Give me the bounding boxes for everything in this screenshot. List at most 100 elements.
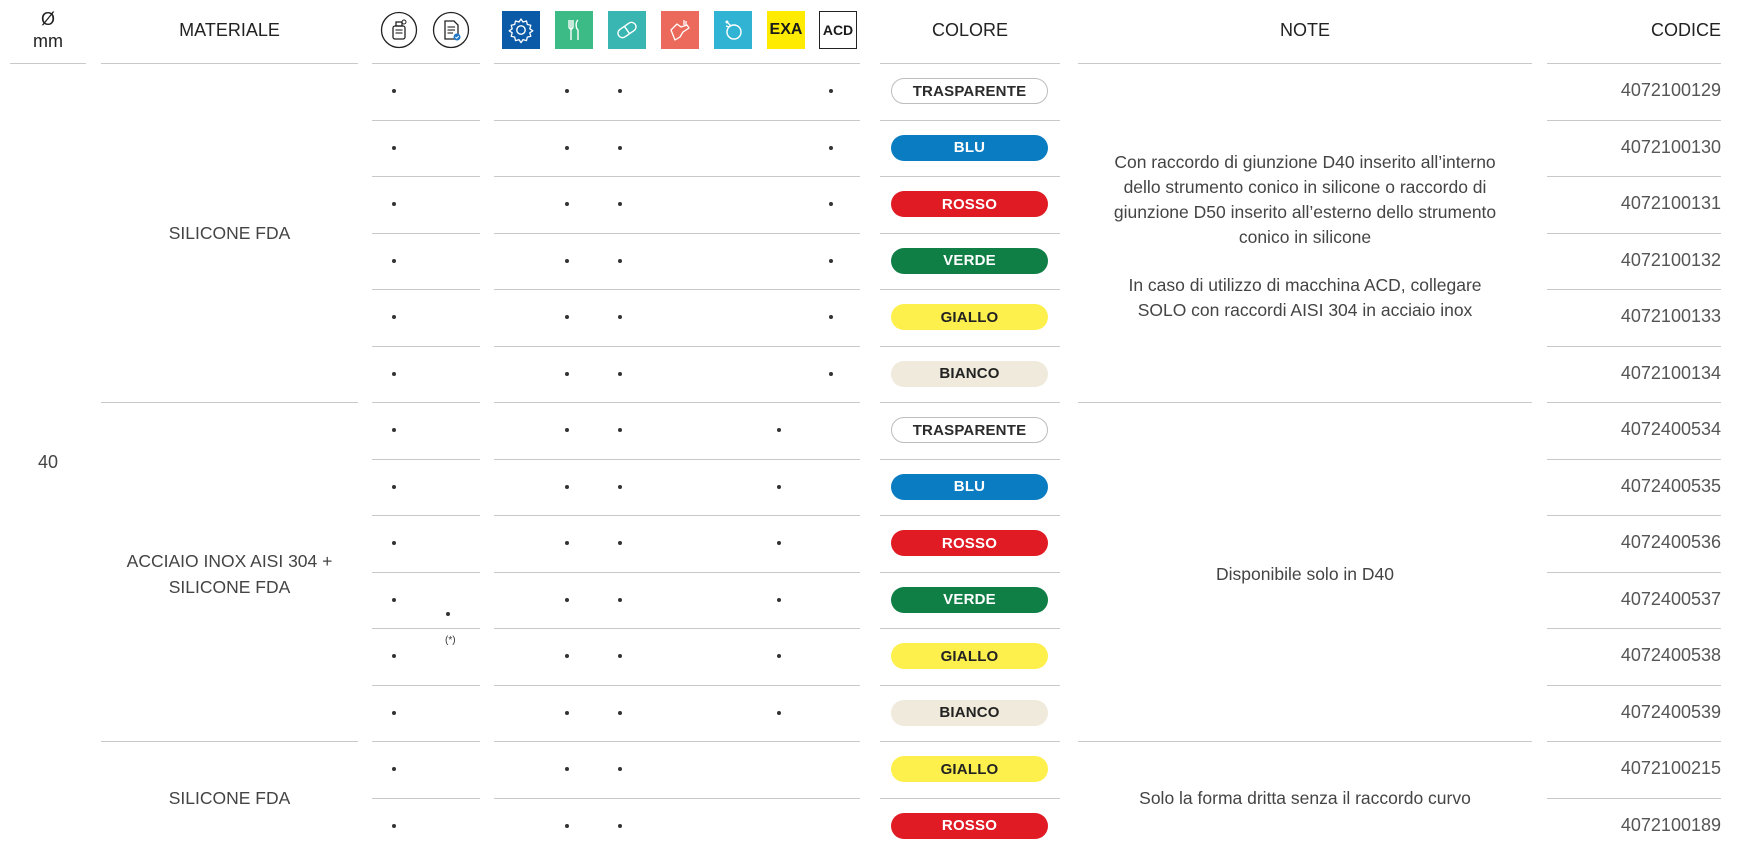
note-group-1-line-6: SOLO con raccordi AISI 304 in acciaio in… bbox=[1137, 300, 1473, 321]
row-divider bbox=[372, 233, 480, 234]
dot-pill bbox=[618, 315, 622, 320]
color-pill-giallo: GIALLO bbox=[891, 643, 1048, 670]
row-divider bbox=[494, 346, 860, 347]
hand-pour-icon bbox=[661, 11, 699, 49]
color-pill-verde: VERDE bbox=[891, 586, 1048, 613]
dot-food bbox=[565, 315, 569, 320]
product-code: 4072400537 bbox=[1620, 588, 1721, 609]
header-diameter-symbol: Ø bbox=[40, 8, 55, 29]
product-code: 4072100129 bbox=[1620, 80, 1721, 101]
dot-pill bbox=[618, 823, 622, 828]
dot-bottle bbox=[392, 315, 396, 320]
header-color: COLORE bbox=[931, 19, 1009, 40]
row-divider bbox=[1547, 798, 1721, 799]
color-pill-blu: BLU bbox=[891, 473, 1048, 500]
row-divider bbox=[1547, 572, 1721, 573]
row-divider bbox=[880, 402, 1060, 403]
row-divider bbox=[372, 515, 480, 516]
dot-pill bbox=[618, 767, 622, 772]
row-divider bbox=[1547, 289, 1721, 290]
dot-food bbox=[565, 484, 569, 489]
row-divider bbox=[880, 572, 1060, 573]
dot-exa bbox=[777, 541, 781, 546]
dot-bottle bbox=[392, 541, 396, 546]
row-divider bbox=[880, 346, 1060, 347]
dot-acd bbox=[829, 145, 833, 150]
note-group-1-line-4: conico in silicone bbox=[1238, 226, 1372, 247]
certificate-icon bbox=[432, 11, 470, 49]
note-group-1-line-3: giunzione D50 inserito all’esterno dello… bbox=[1113, 201, 1497, 222]
dot-food bbox=[565, 767, 569, 772]
material-group-1: SILICONE FDA bbox=[168, 222, 291, 243]
material-group-2: ACCIAIO INOX AISI 304 + SILICONE FDA bbox=[101, 404, 358, 745]
dot-bottle bbox=[392, 258, 396, 263]
dot-pill bbox=[618, 541, 622, 546]
color-pill-bianco: BIANCO bbox=[891, 699, 1048, 726]
note-group-3: Solo la forma dritta senza il raccordo c… bbox=[1139, 788, 1471, 809]
dot-bottle bbox=[392, 202, 396, 207]
row-divider bbox=[494, 233, 860, 234]
row-divider bbox=[1547, 120, 1721, 121]
dot-pill bbox=[618, 202, 622, 207]
row-divider bbox=[880, 685, 1060, 686]
color-pill-rosso: ROSSO bbox=[891, 812, 1048, 839]
row-divider bbox=[880, 741, 1060, 742]
dot-acd bbox=[829, 371, 833, 376]
dot-acd bbox=[829, 315, 833, 320]
row-divider bbox=[494, 289, 860, 290]
row-divider bbox=[880, 289, 1060, 290]
product-code: 4072100189 bbox=[1620, 814, 1721, 835]
color-pill-giallo: GIALLO bbox=[891, 304, 1048, 331]
group-divider bbox=[101, 741, 358, 742]
product-code: 4072400535 bbox=[1620, 475, 1721, 496]
dot-pill bbox=[618, 654, 622, 659]
color-pill-rosso: ROSSO bbox=[891, 530, 1048, 557]
dot-bottle bbox=[392, 597, 396, 602]
diameter-value: 40 bbox=[38, 452, 59, 472]
color-pill-bianco: BIANCO bbox=[891, 360, 1048, 387]
row-divider bbox=[372, 572, 480, 573]
row-divider bbox=[372, 120, 480, 121]
dot-food bbox=[565, 145, 569, 150]
product-code: 4072100134 bbox=[1620, 362, 1721, 383]
header-diameter-unit: mm bbox=[33, 31, 63, 51]
cosmetics-icon bbox=[714, 11, 752, 49]
row-divider bbox=[494, 120, 860, 121]
row-divider bbox=[372, 685, 480, 686]
dot-food bbox=[565, 654, 569, 659]
row-divider bbox=[494, 402, 860, 403]
note-group-1-line-1: Con raccordo di giunzione D40 inserito a… bbox=[1114, 152, 1496, 172]
row-divider bbox=[1547, 346, 1721, 347]
dot-acd bbox=[829, 258, 833, 263]
dot-bottle bbox=[392, 654, 396, 659]
row-divider bbox=[880, 628, 1060, 629]
row-divider bbox=[372, 798, 480, 799]
dot-exa bbox=[777, 710, 781, 715]
note-group-1: Con raccordo di giunzione D40 inserito a… bbox=[1078, 150, 1532, 323]
dot-bottle bbox=[392, 371, 396, 376]
pill-icon bbox=[608, 11, 646, 49]
dot-bottle bbox=[392, 823, 396, 828]
dot-food bbox=[565, 541, 569, 546]
row-divider bbox=[494, 176, 860, 177]
product-code: 4072100131 bbox=[1620, 193, 1721, 214]
dot-exa bbox=[777, 484, 781, 489]
row-divider bbox=[880, 459, 1060, 460]
row-divider bbox=[494, 459, 860, 460]
row-divider bbox=[880, 233, 1060, 234]
exa-badge: EXA bbox=[767, 11, 805, 49]
dot-pill bbox=[618, 597, 622, 602]
dot-bottle bbox=[392, 710, 396, 715]
dot-bottle bbox=[392, 145, 396, 150]
row-divider bbox=[880, 120, 1060, 121]
bottle-icon bbox=[380, 11, 418, 49]
header-notes: NOTE bbox=[1279, 19, 1330, 40]
dot-food bbox=[565, 202, 569, 207]
product-code: 4072400539 bbox=[1620, 701, 1721, 722]
row-divider bbox=[372, 346, 480, 347]
dot-food bbox=[565, 258, 569, 263]
product-code: 4072100215 bbox=[1620, 758, 1721, 779]
row-divider bbox=[372, 459, 480, 460]
row-divider bbox=[372, 289, 480, 290]
color-pill-rosso: ROSSO bbox=[891, 191, 1048, 218]
